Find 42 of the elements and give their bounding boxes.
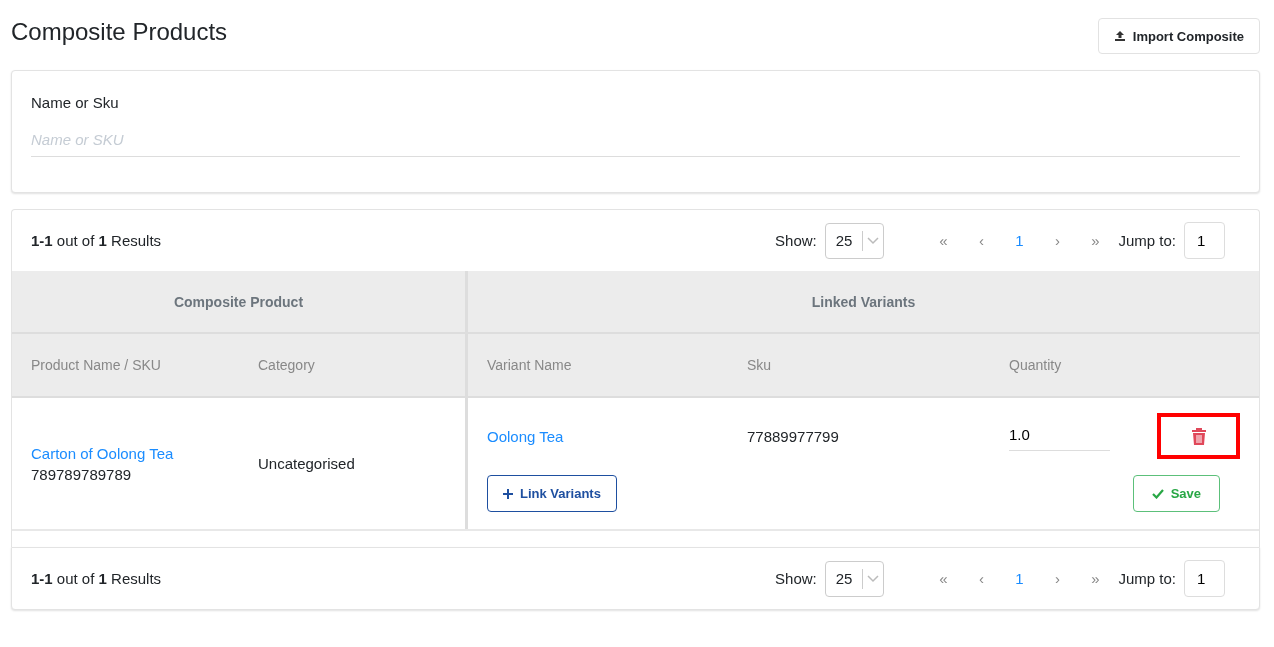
delete-button[interactable] (1157, 413, 1240, 459)
column-header: Category (258, 357, 316, 373)
product-sku: 789789789789 (31, 465, 133, 483)
column-header: Variant Name (487, 357, 573, 373)
results-summary: 1-1 out of 1 Results (31, 570, 163, 587)
trash-icon (1190, 427, 1207, 445)
variant-sku: 77889977799 (747, 427, 840, 445)
jump-to-label: Jump to: (1118, 570, 1176, 587)
variant-link[interactable]: Oolong Tea (487, 427, 747, 445)
pagination-link[interactable]: « (924, 232, 963, 249)
column-header: Sku (747, 357, 773, 373)
category-text: Uncategorised (258, 455, 356, 472)
jump-to-field[interactable]: 1 (1184, 222, 1225, 259)
jump-to-field[interactable]: 1 (1184, 560, 1225, 597)
group-header: Composite Product (12, 271, 465, 334)
page-title: Composite Products (11, 18, 228, 46)
check-icon (1151, 488, 1164, 499)
link-variants-button[interactable]: Link Variants (487, 475, 617, 512)
show-label: Show: (775, 570, 817, 587)
upload-icon (1113, 30, 1126, 42)
pagination-link[interactable]: « (924, 570, 963, 587)
group-header: Linked Variants (465, 271, 1259, 334)
pagination-link[interactable]: › (1038, 232, 1077, 249)
pagination-link[interactable]: » (1076, 232, 1115, 249)
show-label: Show: (775, 232, 817, 249)
filter-label: Name or Sku (31, 94, 120, 111)
pagination-link[interactable]: » (1076, 570, 1115, 587)
page-size-select[interactable]: 25 (824, 560, 885, 597)
plus-icon (503, 488, 513, 499)
save-button[interactable]: Save (1132, 475, 1220, 512)
import-button[interactable]: Import Composite (1097, 18, 1260, 54)
pagination-link[interactable]: ‹ (962, 232, 1001, 249)
page-size-select[interactable]: 25 (824, 222, 885, 259)
pagination-link[interactable]: 1 (1000, 570, 1039, 587)
pagination-link[interactable]: ‹ (962, 570, 1001, 587)
product-link[interactable]: Carton of Oolong Tea (31, 444, 258, 462)
column-header: Quantity (1009, 357, 1063, 373)
column-header: Product Name / SKU (31, 357, 162, 373)
jump-to-label: Jump to: (1118, 232, 1176, 249)
results-summary: 1-1 out of 1 Results (31, 232, 163, 249)
pagination-link[interactable]: › (1038, 570, 1077, 587)
pagination-link[interactable]: 1 (1000, 232, 1039, 249)
